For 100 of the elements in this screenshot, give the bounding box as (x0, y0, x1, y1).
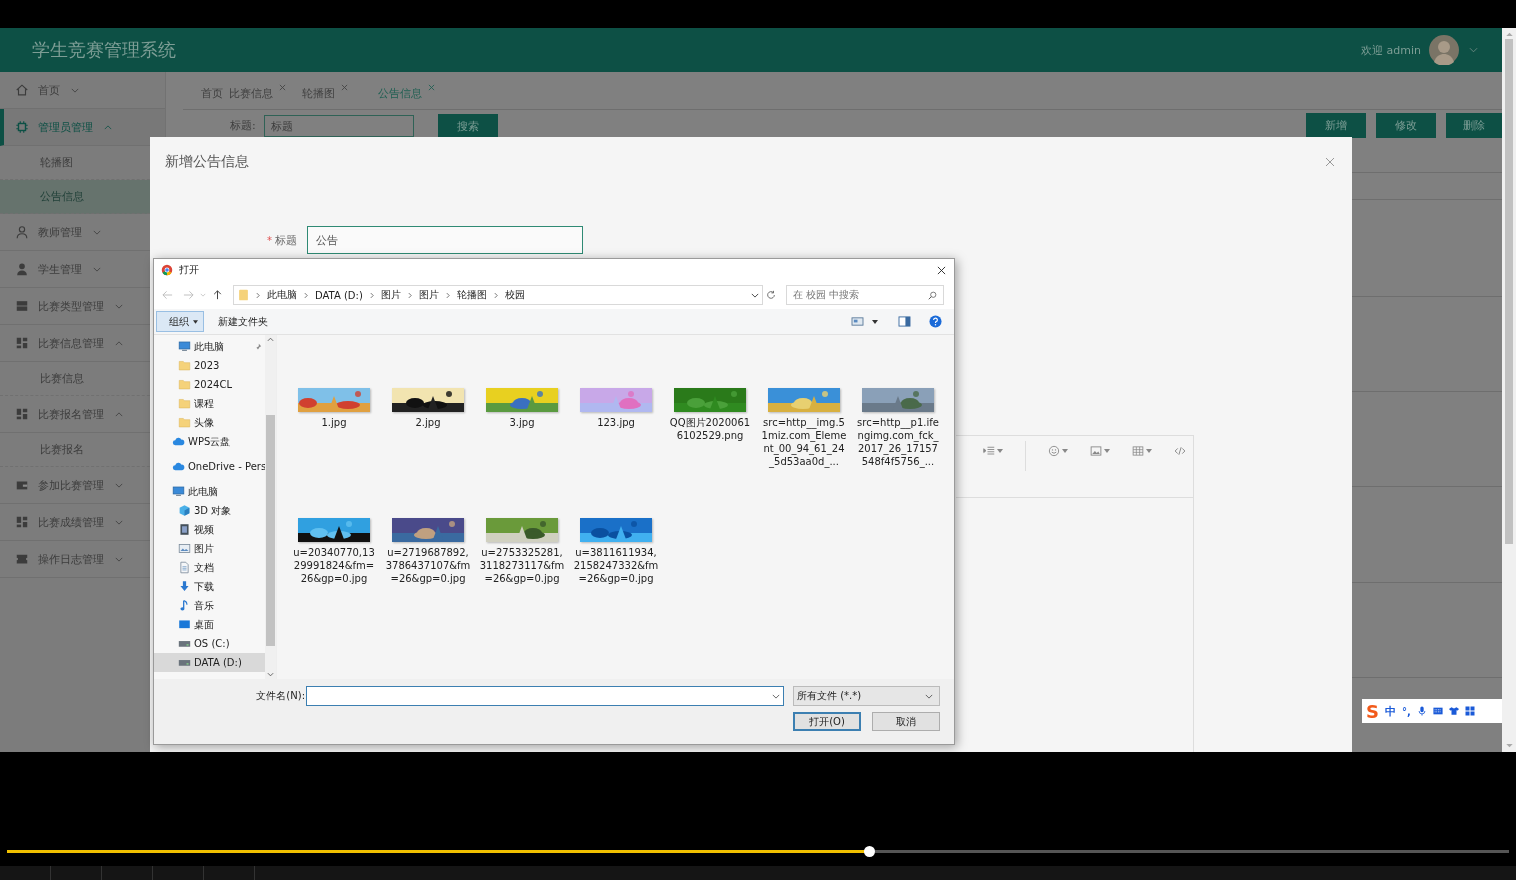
chevron-right-icon (369, 291, 374, 299)
back-icon[interactable] (162, 290, 173, 300)
organize-button[interactable]: 组织 (156, 311, 204, 332)
chevron-right-icon (304, 291, 308, 299)
table-icon[interactable] (1132, 445, 1152, 457)
input-mode-toggle[interactable]: 中 (1384, 703, 1396, 719)
scroll-up-icon[interactable] (267, 337, 274, 342)
preview-pane-icon[interactable] (898, 316, 911, 327)
new-folder-button[interactable]: 新建文件夹 (212, 313, 274, 330)
view-icon[interactable] (851, 316, 864, 327)
code-icon[interactable] (1174, 445, 1186, 457)
scroll-up-icon[interactable] (1505, 32, 1513, 36)
file-name[interactable]: u=3811611934,2158247332&fm=26&gp=0.jpg (573, 546, 659, 585)
cloud-icon (172, 460, 185, 473)
dashboard-icon (15, 515, 29, 529)
desktop-icon (178, 618, 191, 631)
forward-icon[interactable] (183, 290, 194, 300)
file-name[interactable]: 2.jpg (385, 416, 471, 429)
modal-title: 新增公告信息 (165, 153, 250, 171)
browser-logo-icon (161, 264, 173, 276)
caret-icon (193, 319, 198, 324)
nav-item[interactable]: OS (C:) (154, 634, 265, 653)
search-field[interactable]: 标题 (263, 114, 414, 137)
up-arrow-icon[interactable] (212, 290, 223, 300)
breadcrumb-item[interactable]: 此电脑 (267, 288, 297, 302)
address-bar[interactable]: 此电脑 DATA (D:) 图片 图片 轮播图 校园 (233, 285, 763, 305)
file-name-label: 文件名(N): (255, 689, 305, 703)
folder-icon (178, 359, 191, 372)
scrollbar[interactable] (265, 335, 276, 679)
nav-item[interactable]: 桌面 (154, 615, 265, 634)
folder-icon (178, 397, 191, 410)
keyboard-icon[interactable] (1432, 706, 1443, 716)
breadcrumb-item[interactable]: 图片 (380, 288, 401, 302)
file-name[interactable]: src=http__img.51miz.com_Element_00_94_61_24_5d53aa0d_... (761, 416, 847, 468)
dialog-title: 打开 (179, 263, 199, 277)
chevron-down-icon[interactable] (751, 292, 759, 298)
breadcrumb-item[interactable]: 校园 (504, 288, 525, 302)
search-icon (928, 290, 937, 300)
person-icon (15, 262, 29, 276)
dashboard-icon (15, 336, 29, 350)
film-icon (178, 523, 191, 536)
welcome-text: 欢迎 admin (1361, 42, 1421, 58)
shirt-icon[interactable] (1448, 706, 1459, 716)
file-name[interactable]: 1.jpg (291, 416, 377, 429)
file-type-dropdown[interactable]: 所有文件 (*.*) (793, 686, 940, 706)
dialog-button[interactable]: 取消 (872, 712, 940, 731)
chevron-right-icon (407, 291, 412, 299)
music-icon (178, 599, 191, 612)
caret-icon[interactable] (872, 319, 878, 324)
chevron-right-icon (256, 291, 260, 299)
scroll-down-icon[interactable] (1505, 744, 1513, 748)
required-mark: * (267, 234, 272, 246)
scrollbar[interactable] (1502, 28, 1516, 752)
app-title: 学生竞赛管理系统 (32, 38, 176, 62)
breadcrumb-item[interactable]: 图片 (418, 288, 439, 302)
monitor-icon (172, 485, 185, 498)
file-name[interactable]: 123.jpg (573, 416, 659, 429)
nav-item[interactable]: DATA (D:) (154, 653, 265, 672)
nav-item[interactable]: 下载 (154, 577, 265, 596)
chevron-down-icon[interactable] (772, 693, 780, 699)
punctuation-toggle[interactable]: °, (1401, 705, 1411, 717)
file-name[interactable]: 3.jpg (479, 416, 565, 429)
file-name[interactable]: src=http__p1.ifengimg.com_fck_2017_26_17157548f4f5756_... (855, 416, 941, 468)
microphone-icon[interactable] (1416, 706, 1427, 716)
chevron-right-icon (445, 291, 450, 299)
help-icon[interactable] (929, 315, 942, 328)
file-name[interactable]: QQ图片20200616102529.png (667, 416, 753, 442)
dashboard-icon (15, 407, 29, 421)
chevron-down-icon (925, 693, 933, 699)
search-field[interactable]: 在 校园 中搜索 (786, 285, 944, 305)
grid-icon[interactable] (1464, 706, 1475, 716)
breadcrumb-item[interactable]: 轮播图 (456, 288, 487, 302)
folder-icon (238, 288, 249, 302)
dialog-button[interactable]: 打开(O) (793, 712, 861, 731)
chip-icon (15, 120, 29, 134)
file-name-field[interactable] (306, 686, 784, 706)
title-field[interactable]: 公告 (307, 226, 583, 254)
file-name[interactable]: u=2753325281,3118273117&fm=26&gp=0.jpg (479, 546, 565, 585)
file-name[interactable]: u=2719687892,3786437107&fm=26&gp=0.jpg (385, 546, 471, 585)
cube-icon (178, 504, 191, 517)
refresh-icon[interactable] (766, 290, 776, 300)
folder-icon (178, 416, 191, 429)
server-icon (15, 299, 29, 313)
folder-icon (178, 378, 191, 391)
download-icon (178, 580, 191, 593)
breadcrumb-item[interactable]: DATA (D:) (315, 289, 363, 301)
file-name[interactable]: u=20340770,1329991824&fm=26&gp=0.jpg (291, 546, 377, 585)
indent-icon[interactable] (983, 445, 1003, 457)
emoji-icon[interactable] (1048, 445, 1068, 457)
scroll-down-icon[interactable] (267, 672, 274, 677)
image-icon (178, 542, 191, 555)
ticket-icon (15, 552, 29, 566)
person-icon (15, 225, 29, 239)
field-label: 标题 (275, 232, 297, 248)
avatar[interactable] (1429, 35, 1459, 65)
home-icon (15, 83, 29, 97)
close-icon[interactable] (937, 265, 946, 275)
nav-item[interactable]: 音乐 (154, 596, 265, 615)
chevron-right-icon (493, 291, 498, 299)
image-icon[interactable] (1090, 445, 1110, 457)
